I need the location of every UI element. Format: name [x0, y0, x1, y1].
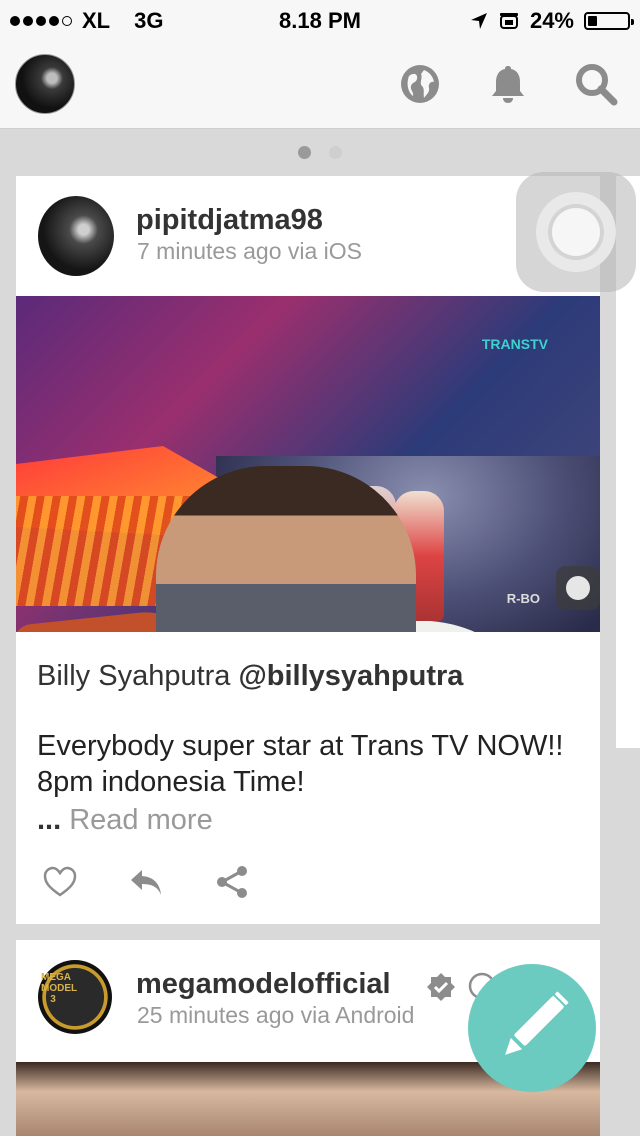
- post-actions: [42, 864, 250, 900]
- profile-avatar[interactable]: [15, 54, 75, 114]
- post-username[interactable]: megamodelofficial: [136, 968, 391, 1001]
- search-icon[interactable]: [574, 62, 618, 106]
- globe-icon[interactable]: [398, 62, 442, 106]
- tv-watermark: TRANSTV: [481, 336, 548, 352]
- avatar-logo-text: MEGA MODEL 3: [41, 972, 78, 1005]
- share-icon[interactable]: [214, 864, 250, 900]
- caption-handle[interactable]: @billysyahputra: [239, 660, 464, 692]
- battery-fill: [588, 16, 597, 26]
- battery-icon: [584, 12, 634, 30]
- top-nav-bar: [0, 40, 640, 129]
- pencil-icon: [505, 991, 569, 1055]
- page-dot-active[interactable]: [298, 146, 311, 159]
- page-indicator: [0, 146, 640, 159]
- reply-icon[interactable]: [128, 864, 164, 900]
- post-body: Everybody super star at Trans TV NOW!! 8…: [37, 730, 564, 798]
- verified-badge-icon: [427, 973, 455, 1001]
- post-timestamp: 7 minutes ago via iOS: [137, 238, 363, 264]
- assistive-touch-button[interactable]: [516, 172, 636, 292]
- read-more-row: ... Read more: [37, 804, 213, 837]
- bell-icon[interactable]: [486, 62, 530, 106]
- status-right: 24%: [470, 8, 634, 34]
- post-card: pipitdjatma98 7 minutes ago via iOS TRAN…: [16, 176, 600, 924]
- post-username[interactable]: pipitdjatma98: [136, 204, 323, 237]
- image-corner-text: R-BO: [506, 591, 540, 606]
- heart-icon[interactable]: [42, 864, 78, 900]
- battery-percent: 24%: [529, 8, 574, 33]
- ellipsis: ...: [37, 804, 62, 836]
- compose-button[interactable]: [468, 964, 596, 1092]
- post-image[interactable]: TRANSTV R-BO: [16, 296, 600, 632]
- assistive-touch-mini[interactable]: [556, 566, 600, 610]
- location-arrow-icon: [470, 13, 487, 29]
- read-more-link[interactable]: Read more: [69, 804, 212, 836]
- page-dot[interactable]: [329, 146, 342, 159]
- alarm-icon: [499, 13, 518, 29]
- post-caption: Billy Syahputra @billysyahputra: [37, 658, 577, 694]
- status-bar: XL 3G 8.18 PM 24%: [0, 0, 640, 40]
- post-timestamp: 25 minutes ago via Android: [137, 1002, 415, 1028]
- caption-name: Billy Syahputra: [37, 660, 239, 692]
- post-author-avatar[interactable]: [38, 196, 114, 276]
